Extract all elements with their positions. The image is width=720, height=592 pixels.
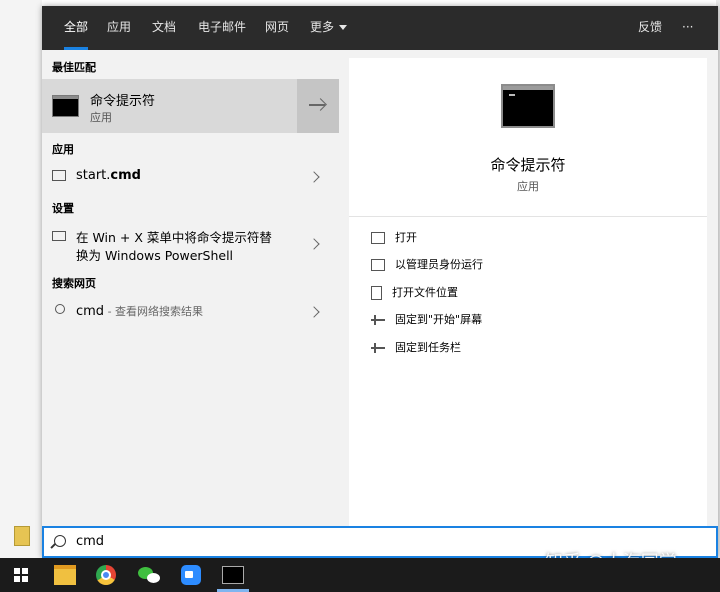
file-location-icon xyxy=(371,286,382,300)
search-panel: 全部 应用 文档 电子邮件 网页 更多 反馈 ··· 最佳匹配 命令提示符 应用… xyxy=(42,6,718,558)
result-start-cmd-prefix: start. xyxy=(76,168,111,183)
pin-icon xyxy=(371,315,385,325)
action-open[interactable]: 打开 xyxy=(371,229,417,249)
tab-apps[interactable]: 应用 xyxy=(107,6,131,50)
preview-divider xyxy=(349,216,707,217)
action-pin-to-start[interactable]: 固定到"开始"屏幕 xyxy=(371,311,482,331)
best-match-title: 命令提示符 xyxy=(90,94,156,109)
arrow-right-icon xyxy=(309,104,325,106)
search-icon xyxy=(54,535,66,547)
more-options-button[interactable]: ··· xyxy=(682,6,693,50)
action-open-label: 打开 xyxy=(395,231,417,244)
section-apps: 应用 xyxy=(52,143,74,156)
search-icon xyxy=(55,304,65,314)
result-web-query: cmd - 查看网络搜索结果 xyxy=(76,303,203,319)
tab-all[interactable]: 全部 xyxy=(64,6,89,50)
command-prompt-taskbar-icon[interactable] xyxy=(222,566,244,584)
tab-email[interactable]: 电子邮件 xyxy=(198,6,246,50)
result-start-cmd-label: start.cmd xyxy=(76,168,141,183)
action-run-as-admin[interactable]: 以管理员身份运行 xyxy=(371,256,483,276)
preview-pane: 命令提示符 应用 打开 以管理员身份运行 打开文件位置 固定到"开始"屏幕 固定… xyxy=(349,58,707,526)
section-settings: 设置 xyxy=(52,202,74,215)
search-filter-bar: 全部 应用 文档 电子邮件 网页 更多 反馈 ··· xyxy=(42,6,718,50)
tab-documents[interactable]: 文档 xyxy=(152,6,176,50)
command-prompt-icon xyxy=(52,95,79,117)
taskbar xyxy=(0,558,720,592)
wechat-bubble-small xyxy=(147,573,160,583)
pin-icon xyxy=(371,343,385,353)
action-open-file-location[interactable]: 打开文件位置 xyxy=(371,284,458,304)
zoom-camera xyxy=(185,571,193,578)
feedback-button[interactable]: 反馈 xyxy=(638,6,662,50)
web-query-hint: - 查看网络搜索结果 xyxy=(104,305,204,318)
preview-subtitle: 应用 xyxy=(517,180,539,193)
results-list: 最佳匹配 命令提示符 应用 应用 start.cmd 设置 在 Win + X … xyxy=(42,50,339,526)
file-explorer-icon[interactable] xyxy=(54,565,76,585)
preview-title: 命令提示符 xyxy=(490,156,566,174)
best-match-subtitle: 应用 xyxy=(90,111,112,124)
action-pin-to-start-label: 固定到"开始"屏幕 xyxy=(395,313,483,326)
wechat-icon[interactable] xyxy=(138,565,162,585)
chevron-down-icon xyxy=(339,25,348,30)
web-query-text: cmd xyxy=(76,304,105,319)
action-run-as-admin-label: 以管理员身份运行 xyxy=(395,258,483,271)
section-web-search: 搜索网页 xyxy=(52,277,96,290)
shield-icon xyxy=(371,259,385,271)
result-setting-line2: 换为 Windows PowerShell xyxy=(76,248,234,263)
search-input-value[interactable]: cmd xyxy=(76,534,104,549)
script-file-icon xyxy=(52,170,66,181)
section-best-match: 最佳匹配 xyxy=(52,61,96,74)
action-open-file-location-label: 打开文件位置 xyxy=(392,286,458,299)
action-pin-to-taskbar-label: 固定到任务栏 xyxy=(395,341,461,354)
tab-more[interactable]: 更多 xyxy=(310,6,348,50)
settings-display-icon xyxy=(52,231,66,241)
windows-start-icon[interactable] xyxy=(14,568,28,582)
chrome-center xyxy=(101,570,111,580)
chrome-icon[interactable] xyxy=(96,565,116,585)
tab-more-label: 更多 xyxy=(310,20,335,34)
command-prompt-large-icon xyxy=(501,84,555,128)
best-match-item[interactable] xyxy=(42,79,339,133)
zoom-icon[interactable] xyxy=(181,565,201,585)
desktop-background xyxy=(0,0,42,558)
result-setting-line1: 在 Win + X 菜单中将命令提示符替 xyxy=(76,230,272,245)
action-pin-to-taskbar[interactable]: 固定到任务栏 xyxy=(371,339,461,359)
desktop-file-icon[interactable] xyxy=(14,526,30,546)
tab-web[interactable]: 网页 xyxy=(265,6,289,50)
open-icon xyxy=(371,232,385,244)
result-start-cmd-bold: cmd xyxy=(110,168,141,183)
